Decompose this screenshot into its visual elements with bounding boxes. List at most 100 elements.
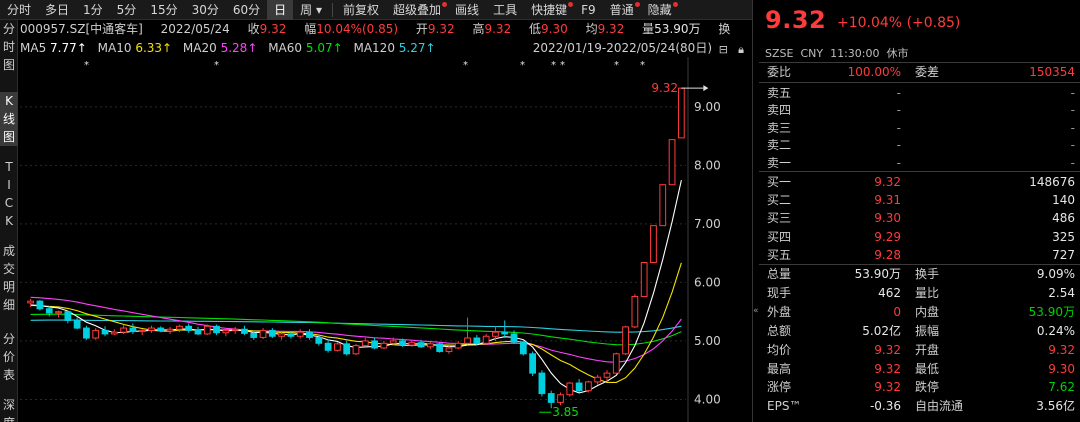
ask-price: - xyxy=(896,155,901,170)
vtab-4[interactable]: 分价表 xyxy=(0,330,18,384)
candle-body xyxy=(482,335,490,344)
toolbar-separator xyxy=(332,2,334,17)
y-tick-label: 7.00 xyxy=(694,217,721,231)
ask-volume: - xyxy=(1070,155,1075,170)
candle-body xyxy=(668,139,676,186)
candle-body xyxy=(677,87,685,139)
stat-label: EPS™ xyxy=(767,399,802,414)
toolbar-item-9[interactable]: 前复权 xyxy=(336,0,386,20)
candle-body xyxy=(231,328,239,331)
toolbar-item-5[interactable]: 30分 xyxy=(185,0,226,20)
event-star-icon: * xyxy=(551,60,556,71)
bid-volume: 325 xyxy=(1052,229,1075,244)
bid-volume: 486 xyxy=(1052,211,1075,226)
toolbar-item-10[interactable]: 超级叠加 xyxy=(386,0,448,20)
weibi-row: 委比 100.00% 委差 150354 xyxy=(753,63,1080,81)
vtab-3[interactable]: 成交明细 xyxy=(0,242,18,314)
candle-body xyxy=(213,325,220,334)
candle-body xyxy=(148,327,155,331)
stat-label: 外盘 xyxy=(767,304,792,319)
candle-body xyxy=(194,329,202,335)
bid-price: 9.28 xyxy=(874,247,901,262)
candle-body xyxy=(64,311,72,321)
candle-body xyxy=(612,353,620,374)
date-range[interactable]: 2022/01/19-2022/05/24(80日) xyxy=(533,39,712,57)
candle-body xyxy=(631,295,639,328)
high-value: 9.32 xyxy=(484,22,512,36)
candle-body xyxy=(408,342,416,346)
vtab-0[interactable]: 分时图 xyxy=(0,20,18,74)
ask-volume: - xyxy=(1070,120,1075,135)
toolbar-item-12[interactable]: 工具 xyxy=(486,0,524,20)
candle-body xyxy=(445,347,453,352)
stat-value: 5.02亿 xyxy=(862,323,901,338)
y-tick-label: 5.00 xyxy=(694,334,721,348)
candle-body xyxy=(371,340,378,349)
toolbar-item-0[interactable]: 分时 xyxy=(0,0,38,20)
candle-body xyxy=(399,340,406,346)
vtab-1[interactable]: K线图 xyxy=(0,92,18,146)
collapse-arrow-icon[interactable]: « xyxy=(753,306,767,316)
ask-price: - xyxy=(896,103,901,118)
toolbar-item-15[interactable]: 普通 xyxy=(603,0,641,20)
bid-row: 买一 9.32 148676 xyxy=(753,173,1080,191)
candle-body xyxy=(454,342,462,349)
ma120-line xyxy=(30,319,682,333)
ask-level-label: 卖五 xyxy=(767,86,792,100)
bid-level-label: 买四 xyxy=(767,229,792,244)
period-toolbar: 分时 多日 1分 5分 15分 30分 60分日周 ▾ 前复权 超级叠加 画线 工具 快捷键 F9 普通隐… xyxy=(0,0,752,20)
event-star-icon: * xyxy=(214,60,219,71)
low-label: 低 xyxy=(529,22,542,36)
candle-body xyxy=(575,382,583,392)
candle-body xyxy=(73,319,81,329)
toolbar-item-4[interactable]: 15分 xyxy=(143,0,184,20)
notification-dot xyxy=(634,1,640,7)
event-star-icon: * xyxy=(463,60,468,71)
candle-body xyxy=(417,342,425,348)
candle-body xyxy=(473,337,481,344)
toolbar-item-1[interactable]: 多日 xyxy=(38,0,76,20)
stat-label: 振幅 xyxy=(915,323,940,338)
candle-body xyxy=(278,333,286,337)
bid-row: 买三 9.30 486 xyxy=(753,209,1080,227)
candlestick-chart[interactable]: 9.00 8.00 7.00 6.00 5.00 4.00 * * * * * * * * 9.32 3.85 xyxy=(18,57,752,422)
ma60-label: MA60 xyxy=(268,41,303,55)
candle-body xyxy=(538,372,546,395)
toolbar-item-2[interactable]: 1分 xyxy=(76,0,110,20)
stat-value: -0.36 xyxy=(869,399,901,414)
quote-panel: 9.32 +10.04% (+0.85) SZSE CNY 11:30:00 休… xyxy=(752,0,1080,422)
candle-body xyxy=(547,393,555,403)
toolbar-item-16[interactable]: 隐藏 xyxy=(641,0,679,20)
stat-value: 2.54 xyxy=(1048,285,1075,300)
stat-label: 总量 xyxy=(767,267,792,281)
stat-label: 自由流通 xyxy=(915,399,964,414)
vtab-5[interactable]: 深度 xyxy=(0,396,18,422)
candle-body xyxy=(83,327,90,339)
toolbar-item-11[interactable]: 画线 xyxy=(448,0,486,20)
stat-value: 9.32 xyxy=(874,342,901,357)
toolbar-item-7[interactable]: 日 xyxy=(267,0,294,20)
ask-row: 卖五 - - xyxy=(753,84,1080,102)
ma10-label: MA10 xyxy=(97,41,132,55)
ask-level-label: 卖二 xyxy=(767,138,792,153)
chart-canvas[interactable]: 9.00 8.00 7.00 6.00 5.00 4.00 * * * * * * * * 9.32 3.85 xyxy=(18,57,752,422)
vol-label: 量 xyxy=(642,22,655,36)
candle-body xyxy=(380,342,388,349)
bid-volume: 148676 xyxy=(1029,175,1075,189)
ma60-value: 5.07↑ xyxy=(305,41,343,55)
stat-label: 跌停 xyxy=(915,380,940,395)
stat-label: 涨停 xyxy=(767,380,792,395)
toolbar-item-14[interactable]: F9 xyxy=(574,0,603,20)
candle-body xyxy=(166,328,174,332)
toolbar-item-6[interactable]: 60分 xyxy=(226,0,267,20)
toolbar-item-8[interactable]: 周 ▾ xyxy=(293,0,329,20)
event-star-icon: * xyxy=(520,60,525,71)
bid-level-label: 买二 xyxy=(767,193,792,208)
stat-label: 内盘 xyxy=(915,304,940,319)
vtab-2[interactable]: TICK xyxy=(0,158,18,230)
toolbar-item-13[interactable]: 快捷键 xyxy=(524,0,574,20)
view-tab-strip: 分时图 K线图 TICK 成交明细分价表深度 xyxy=(0,20,18,422)
toolbar-item-3[interactable]: 5分 xyxy=(110,0,144,20)
bid-price: 9.31 xyxy=(874,193,901,208)
stat-label: 均价 xyxy=(767,342,792,357)
